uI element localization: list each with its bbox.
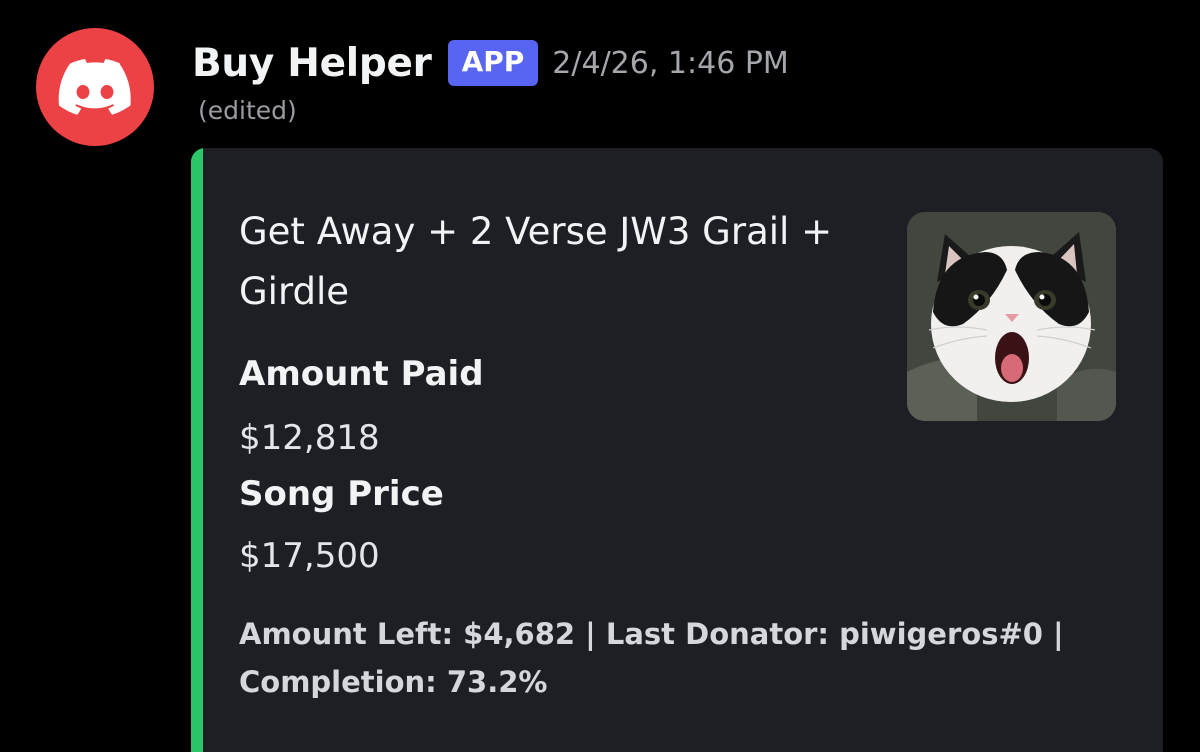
embed-thumbnail[interactable] (907, 212, 1116, 421)
message-timestamp[interactable]: 2/4/26, 1:46 PM (552, 46, 789, 81)
embed-footer: Amount Left: $4,682 | Last Donator: piwi… (239, 617, 1064, 699)
chat-message: Buy Helper APP 2/4/26, 1:46 PM (edited) … (0, 0, 1200, 752)
discord-logo-icon (58, 59, 131, 115)
author-avatar[interactable] (36, 28, 154, 146)
embed-title: Get Away + 2 Verse JW3 Grail + Girdle (239, 210, 833, 313)
shocked-cat-thumbnail (907, 212, 1116, 421)
author-name[interactable]: Buy Helper (192, 41, 432, 86)
app-badge: APP (447, 40, 539, 86)
field-name-amount-paid: Amount Paid (239, 354, 484, 394)
field-name-song-price: Song Price (239, 474, 444, 514)
message-header: Buy Helper APP 2/4/26, 1:46 PM (192, 38, 789, 88)
field-value-song-price: $17,500 (239, 536, 380, 576)
edited-label: (edited) (198, 96, 297, 125)
message-embed: Get Away + 2 Verse JW3 Grail + Girdle Am… (191, 148, 1163, 752)
embed-accent-bar (191, 148, 203, 752)
field-value-amount-paid: $12,818 (239, 418, 380, 458)
